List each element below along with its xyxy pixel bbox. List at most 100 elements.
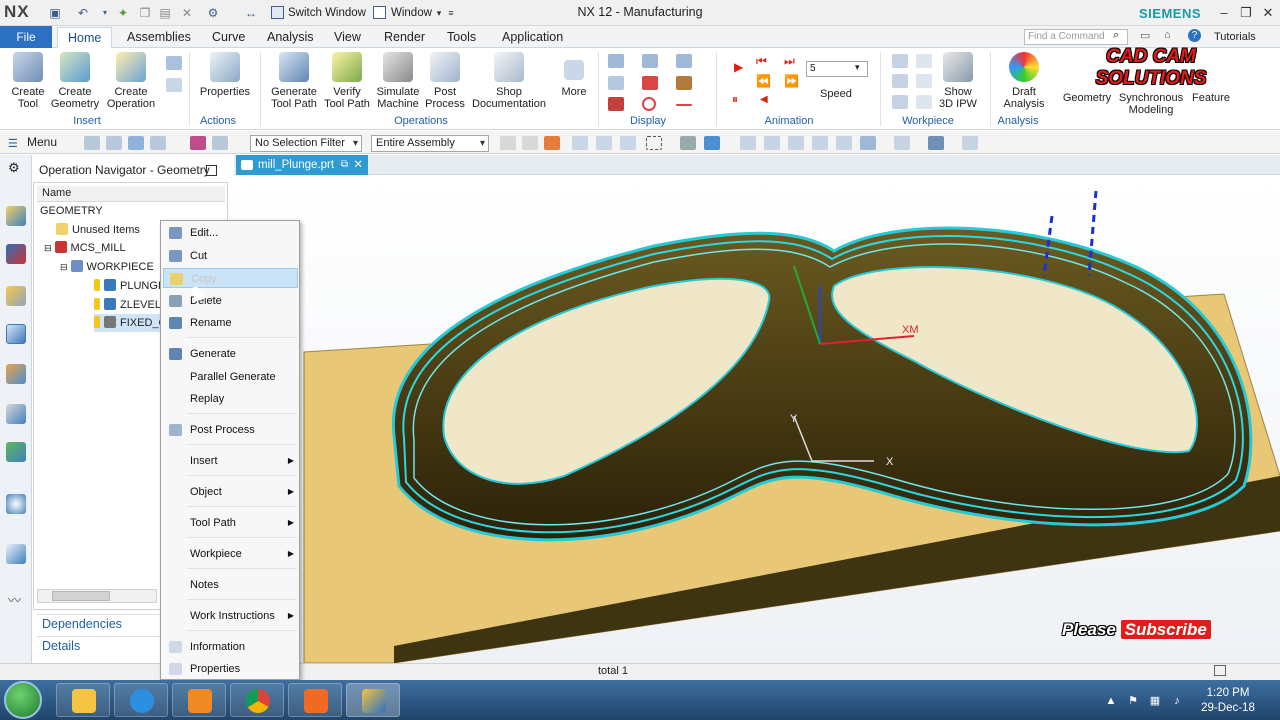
workpiece-option-icon[interactable] (892, 54, 908, 68)
search-icon[interactable]: ⌕ (1113, 29, 1119, 42)
system-materials-icon[interactable]: 〰 (8, 590, 21, 609)
verify-tool-path-button[interactable]: Verify Tool Path (322, 52, 372, 110)
shop-documentation-button[interactable]: Shop Documentation (470, 52, 548, 110)
tab-view[interactable]: View (324, 27, 371, 48)
create-tool-button[interactable]: Create Tool (6, 52, 50, 110)
menu-item-replay[interactable]: Replay (163, 389, 298, 409)
rewind-icon[interactable]: ⏪ (756, 74, 771, 88)
tutorials-link[interactable]: Tutorials (1214, 29, 1256, 45)
home-icon[interactable]: ⌂ (1164, 29, 1171, 41)
menu-item-tool-path[interactable]: Tool Path ▶ (163, 513, 298, 533)
generate-tool-path-button[interactable]: Generate Tool Path (266, 52, 322, 110)
maximize-panel-icon[interactable] (206, 165, 217, 176)
menu-item-rename[interactable]: Rename (163, 313, 298, 333)
hd3d-tools-icon[interactable] (6, 442, 26, 462)
operation-navigator-icon[interactable] (6, 324, 26, 344)
tab-home[interactable]: Home (57, 27, 113, 48)
display-option-icon[interactable] (642, 76, 658, 90)
menu-item-properties[interactable]: Properties (163, 659, 298, 679)
selection-filter-select[interactable]: No Selection Filter (250, 135, 362, 152)
tree-row-operation-selected[interactable]: FIXED_C (94, 314, 167, 332)
tree-row-operation[interactable]: ZLEVEL_ (94, 296, 167, 314)
start-button[interactable] (4, 681, 42, 719)
copy-icon[interactable]: ❐ (138, 6, 152, 20)
close-tab-icon[interactable]: ✕ (353, 155, 363, 175)
close-icon[interactable]: ✕ (1258, 4, 1278, 22)
display-option-icon[interactable] (642, 54, 658, 68)
collapse-icon[interactable]: ⊟ (60, 262, 68, 272)
volume-icon[interactable]: ♪ (1170, 694, 1184, 708)
synchronous-modeling-button[interactable]: Synchronous Modeling (1116, 92, 1186, 116)
menu-item-copy[interactable]: Copy (163, 268, 298, 288)
view-option-icon[interactable] (680, 136, 696, 150)
tree-row-geometry[interactable]: GEOMETRY (40, 202, 103, 220)
more-button[interactable]: More (556, 52, 592, 98)
window-icon[interactable]: ▭ (1140, 29, 1150, 42)
full-screen-icon[interactable] (1214, 665, 1226, 676)
reverse-icon[interactable]: ◀ (760, 94, 768, 105)
tab-assemblies[interactable]: Assemblies (117, 27, 201, 48)
tree-row-mcs-mill[interactable]: ⊟ MCS_MILL (44, 239, 126, 257)
network-icon[interactable]: ▦ (1148, 694, 1162, 708)
view-option-icon[interactable] (704, 136, 720, 150)
touch-mode-icon[interactable]: ↔ (244, 6, 258, 20)
snap-icon[interactable]: ✦ (116, 6, 130, 20)
display-option-icon[interactable] (608, 97, 624, 111)
display-option-icon[interactable] (676, 76, 692, 90)
render-style-icon[interactable] (836, 136, 852, 150)
pan-icon[interactable] (812, 136, 828, 150)
snap-point-icon[interactable] (596, 136, 612, 150)
menu-item-notes[interactable]: Notes (163, 575, 298, 595)
fit-view-icon[interactable] (740, 136, 756, 150)
selection-tool-icon[interactable] (150, 136, 166, 150)
show-hide-icon[interactable] (962, 136, 978, 150)
feature-button[interactable]: Feature (1188, 92, 1234, 104)
menu-item-cut[interactable]: Cut (163, 246, 298, 266)
workpiece-option-icon[interactable] (892, 95, 908, 109)
snap-point-icon[interactable] (522, 136, 538, 150)
workpiece-option-icon[interactable] (916, 74, 932, 88)
background-icon[interactable] (894, 136, 910, 150)
part-file-tab[interactable]: mill_Plunge.prt ⧉ ✕ (236, 155, 368, 175)
simulate-machine-button[interactable]: Simulate Machine (374, 52, 422, 110)
paste-icon[interactable]: ▤ (158, 6, 172, 20)
collapse-icon[interactable]: ⊟ (44, 243, 52, 253)
create-geometry-button[interactable]: Create Geometry (50, 52, 100, 110)
file-tab[interactable]: File (0, 26, 52, 48)
snap-option-icon[interactable] (190, 136, 206, 150)
tab-curve[interactable]: Curve (202, 27, 255, 48)
tree-row-unused-items[interactable]: Unused Items (56, 221, 140, 239)
display-option-icon[interactable] (608, 76, 624, 90)
selection-tool-icon[interactable] (128, 136, 144, 150)
taskbar-recorder[interactable] (288, 683, 342, 717)
display-option-icon[interactable] (608, 54, 624, 68)
tree-row-workpiece[interactable]: ⊟ WORKPIECE (60, 258, 154, 276)
undo-icon[interactable]: ↶ (76, 6, 90, 20)
box-select-icon[interactable] (646, 136, 662, 150)
tab-render[interactable]: Render (374, 27, 435, 48)
menu-item-information[interactable]: Information (163, 637, 298, 657)
tab-analysis[interactable]: Analysis (257, 27, 324, 48)
rotate-icon[interactable] (788, 136, 804, 150)
pause-icon[interactable]: ⏸ (732, 92, 738, 107)
show-3d-ipw-button[interactable]: Show 3D IPW (934, 52, 982, 110)
action-center-icon[interactable]: ⚑ (1126, 694, 1140, 708)
chevron-down-icon[interactable]: ▾ (98, 6, 112, 20)
snap-point-icon[interactable] (620, 136, 636, 150)
menu-button[interactable]: Menu (27, 134, 57, 150)
display-option-icon[interactable] (676, 104, 692, 106)
switch-window-button[interactable]: Switch Window (270, 4, 366, 22)
part-navigator-icon[interactable] (6, 286, 26, 306)
menu-item-edit[interactable]: Edit... (163, 223, 298, 243)
name-column-header[interactable]: Name (37, 186, 225, 202)
taskbar-chrome[interactable] (230, 683, 284, 717)
workpiece-option-icon[interactable] (916, 54, 932, 68)
post-process-button[interactable]: Post Process (424, 52, 466, 110)
save-icon[interactable]: ▣ (48, 6, 62, 20)
menu-item-workpiece[interactable]: Workpiece ▶ (163, 544, 298, 564)
web-browser-icon[interactable] (6, 494, 26, 514)
settings-icon[interactable]: ⚙ (8, 160, 20, 176)
taskbar-internet-explorer[interactable] (114, 683, 168, 717)
assembly-navigator-icon[interactable] (6, 206, 26, 226)
taskbar-explorer[interactable] (56, 683, 110, 717)
